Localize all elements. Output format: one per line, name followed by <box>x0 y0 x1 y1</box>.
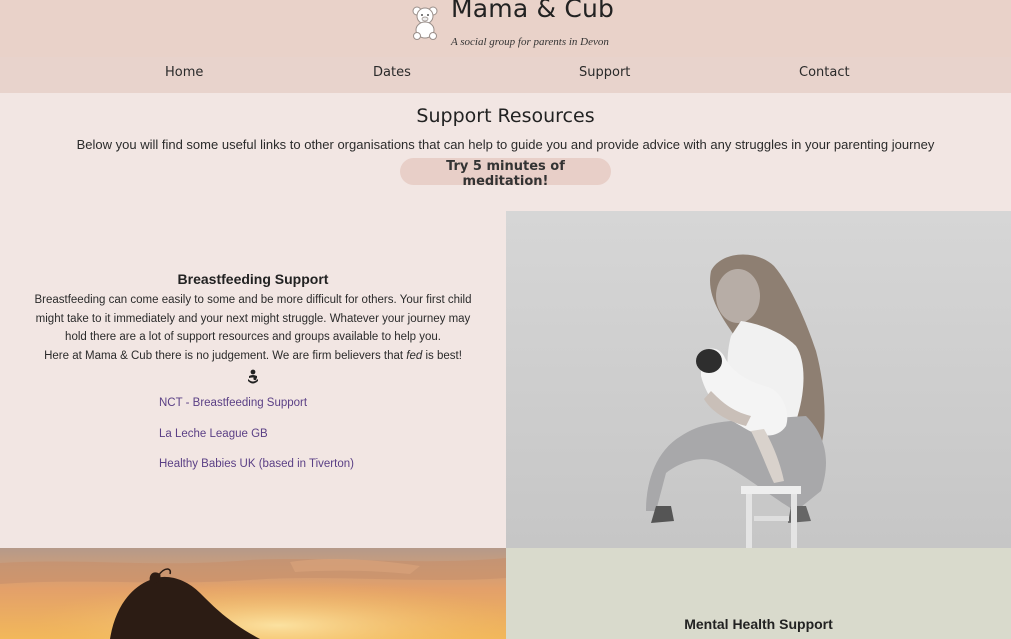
nav-item-dates[interactable]: Dates <box>373 65 411 80</box>
intro-section: Support Resources Below you will find so… <box>0 93 1011 211</box>
meditation-button[interactable]: Try 5 minutes of meditation! <box>400 158 611 189</box>
breastfeeding-paragraph: Breastfeeding can come easily to some an… <box>34 294 472 343</box>
nav-item-home[interactable]: Home <box>165 65 203 80</box>
site-tagline: A social group for parents in Devon <box>451 36 609 48</box>
intro-text: Below you will find some useful links to… <box>76 137 935 152</box>
breastfeeding-body: Breastfeeding can come easily to some an… <box>34 291 472 365</box>
site-header: Mama & Cub A social group for parents in… <box>0 0 1011 57</box>
mental-health-section: Mental Health Support <box>506 548 1011 639</box>
teddy-bear-icon[interactable] <box>409 4 441 40</box>
breastfeeding-section: Breastfeeding Support Breastfeeding can … <box>0 211 506 548</box>
nav-item-contact[interactable]: Contact <box>799 65 850 80</box>
link-nct-breastfeeding[interactable]: NCT - Breastfeeding Support <box>159 397 354 428</box>
page-title: Support Resources <box>416 105 595 127</box>
sunset-photo-illustration <box>0 548 506 639</box>
link-healthy-babies-uk[interactable]: Healthy Babies UK (based in Tiverton) <box>159 458 354 489</box>
nav-item-support[interactable]: Support <box>579 65 630 80</box>
breastfeeding-photo-illustration <box>506 211 1011 548</box>
breastfeeding-icon <box>248 369 258 384</box>
site-title[interactable]: Mama & Cub <box>451 0 614 23</box>
breastfeeding-closing-start: Here at Mama & Cub there is no judgement… <box>44 349 407 362</box>
main-nav: Home Dates Support Contact <box>0 57 1011 93</box>
breastfeeding-photo <box>506 211 1011 548</box>
sunset-photo <box>0 548 506 639</box>
breastfeeding-closing-emphasis: fed <box>406 349 423 362</box>
breastfeeding-links: NCT - Breastfeeding Support La Leche Lea… <box>159 397 354 489</box>
breastfeeding-title: Breastfeeding Support <box>177 271 329 287</box>
link-la-leche-league[interactable]: La Leche League GB <box>159 428 354 459</box>
breastfeeding-closing-end: is best! <box>422 349 462 362</box>
mental-health-title: Mental Health Support <box>684 616 833 632</box>
